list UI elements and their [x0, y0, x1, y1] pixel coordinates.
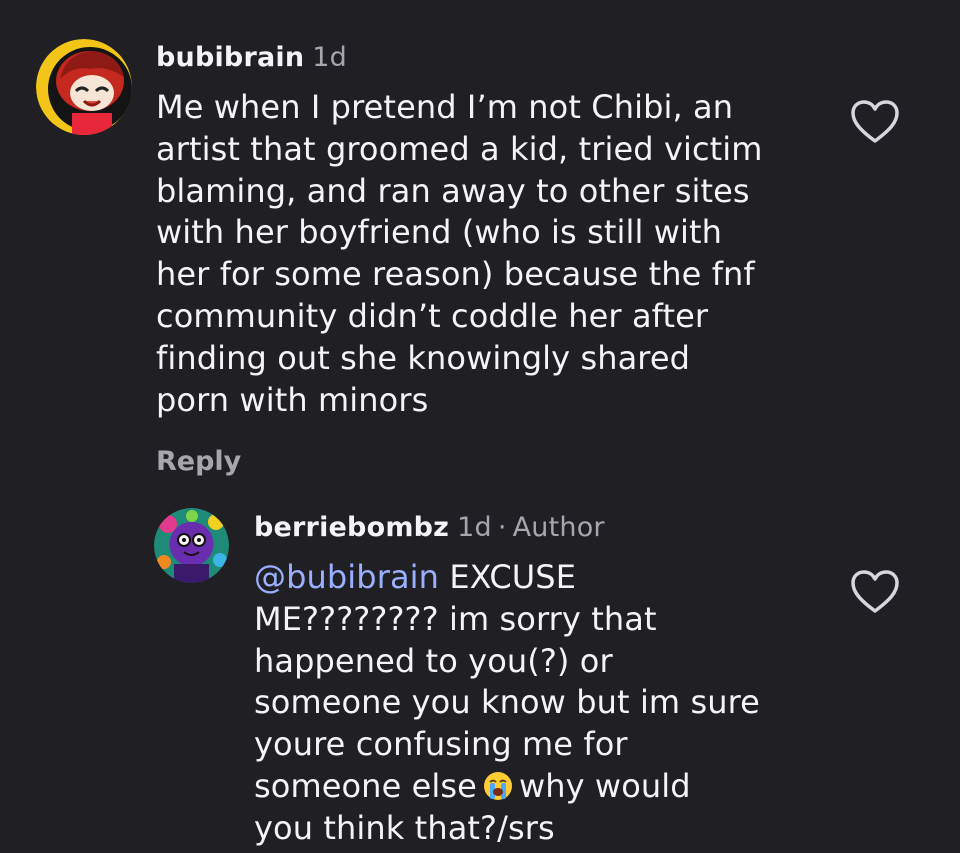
reply-button[interactable]: Reply [156, 446, 241, 477]
heart-outline-icon [851, 570, 899, 613]
avatar-berriebombz[interactable] [154, 508, 229, 583]
comment-body: @bubibrain EXCUSE ME???????? im sorry th… [254, 557, 760, 850]
comment-body: Me when I pretend I’m not Chibi, an arti… [156, 87, 763, 421]
avatar-bubibrain[interactable] [36, 39, 132, 135]
comment-line: with her boyfriend (who is still with [156, 213, 723, 252]
author-badge: Author [512, 512, 605, 543]
comment-username[interactable]: bubibrain 1d [156, 42, 347, 73]
comment-text: someone else [254, 766, 477, 805]
comment-line: artist that groomed a kid, tried victim [156, 129, 763, 168]
mention-link[interactable]: @bubibrain [254, 558, 439, 596]
comment-line: someone else why would [254, 766, 760, 808]
loudly-crying-face-icon [483, 771, 512, 800]
comment-timestamp: 1d [312, 42, 347, 73]
like-button[interactable] [848, 567, 902, 617]
like-button[interactable] [848, 97, 902, 147]
comment-line: ME???????? im sorry that [254, 599, 657, 638]
comment-text: EXCUSE [449, 558, 577, 596]
comment-line: blaming, and ran away to other sites [156, 171, 750, 210]
comment-line: you think that?/srs [254, 808, 555, 847]
comment-line: porn with minors [156, 380, 429, 419]
comment-line: youre confusing me for [254, 725, 628, 764]
comment-line: her for some reason) because the fnf [156, 255, 755, 294]
heart-outline-icon [851, 100, 899, 143]
comment-line: someone you know but im sure [254, 683, 760, 722]
comment-line: @bubibrain EXCUSE [254, 557, 760, 599]
comment-timestamp: 1d [457, 512, 492, 543]
comment-line: Me when I pretend I’m not Chibi, an [156, 88, 734, 126]
comment-username[interactable]: berriebombz 1d · Author [254, 512, 605, 543]
comment-line: community didn’t coddle her after [156, 296, 709, 335]
comment-line: finding out she knowingly shared [156, 338, 691, 377]
comment-line: happened to you(?) or [254, 641, 613, 680]
username-text[interactable]: berriebombz [254, 512, 449, 543]
meta-separator: · [497, 512, 507, 543]
username-text[interactable]: bubibrain [156, 42, 304, 73]
comment-text: why would [518, 766, 691, 805]
